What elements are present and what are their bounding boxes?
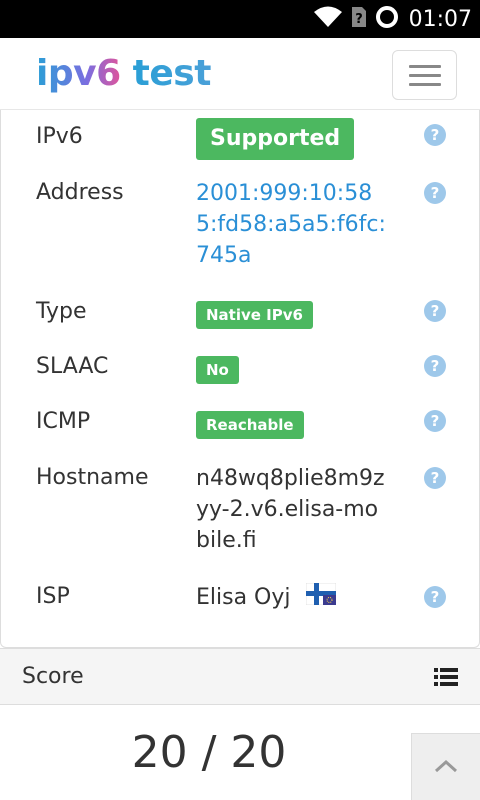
score-panel-header: Score (0, 648, 480, 705)
isp-value-wrap: Elisa Oyj (196, 582, 416, 614)
svg-text:?: ? (355, 12, 363, 27)
brand-part-ipv6: ipv6 (36, 53, 121, 94)
result-label: Hostname (36, 465, 149, 490)
question-mark-icon[interactable]: ? (424, 355, 446, 377)
status-badge: Reachable (196, 411, 304, 439)
brand-logo[interactable]: ipv6 test (36, 52, 211, 96)
result-row-ipv6: IPv6 Supported ? (1, 118, 479, 174)
result-label: IPv6 (36, 124, 83, 149)
scroll-to-top-button[interactable] (411, 733, 480, 800)
result-row-hostname: Hostname n48wq8plie8m9zyy-2.v6.elisa-mob… (1, 463, 479, 563)
result-label: SLAAC (36, 354, 109, 379)
question-mark-icon[interactable]: ? (424, 410, 446, 432)
result-row-address: Address 2001:999:10:585:fd58:a5a5:f6fc:7… (1, 178, 479, 288)
score-panel-body: 20 / 20 (0, 705, 480, 800)
chevron-up-icon (434, 758, 458, 777)
score-title: Score (22, 664, 84, 689)
result-row-isp: ISP Elisa Oyj ? (1, 582, 479, 622)
no-sim-icon: ? (351, 6, 367, 32)
isp-value: Elisa Oyj (196, 585, 291, 610)
result-label: Type (36, 299, 87, 324)
results-panel: IPv6 Supported ? Address 2001:999:10:585… (0, 108, 480, 648)
result-row-slaac: SLAAC No ? (1, 351, 479, 391)
question-mark-icon[interactable]: ? (424, 182, 446, 204)
hostname-value: n48wq8plie8m9zyy-2.v6.elisa-mobile.fi (196, 466, 385, 553)
status-bar: ? 01:07 (0, 0, 480, 38)
result-row-type: Type Native IPv6 ? (1, 296, 479, 336)
menu-toggle-button[interactable] (392, 50, 457, 100)
result-label: ICMP (36, 409, 91, 434)
question-mark-icon[interactable]: ? (424, 467, 446, 489)
score-value: 20 / 20 (131, 727, 287, 778)
status-badge: Supported (196, 118, 355, 160)
result-label: Address (36, 180, 124, 205)
question-mark-icon[interactable]: ? (424, 586, 446, 608)
list-icon[interactable] (434, 667, 458, 691)
hamburger-menu-icon (408, 64, 441, 86)
wifi-icon (313, 5, 343, 33)
finland-eu-flag-icon (305, 582, 336, 614)
status-badge: Native IPv6 (196, 301, 313, 329)
loading-ring-icon (375, 5, 399, 33)
navbar: ipv6 test (0, 38, 480, 110)
question-mark-icon[interactable]: ? (424, 300, 446, 322)
address-link[interactable]: 2001:999:10:585:fd58:a5a5:f6fc:745a (196, 178, 386, 271)
brand-part-test: test (132, 53, 212, 94)
question-mark-icon[interactable]: ? (424, 124, 446, 146)
status-time: 01:07 (408, 6, 472, 32)
status-badge: No (196, 356, 239, 384)
result-label: ISP (36, 584, 70, 609)
status-icons: ? 01:07 (313, 0, 472, 38)
result-row-icmp: ICMP Reachable ? (1, 406, 479, 446)
